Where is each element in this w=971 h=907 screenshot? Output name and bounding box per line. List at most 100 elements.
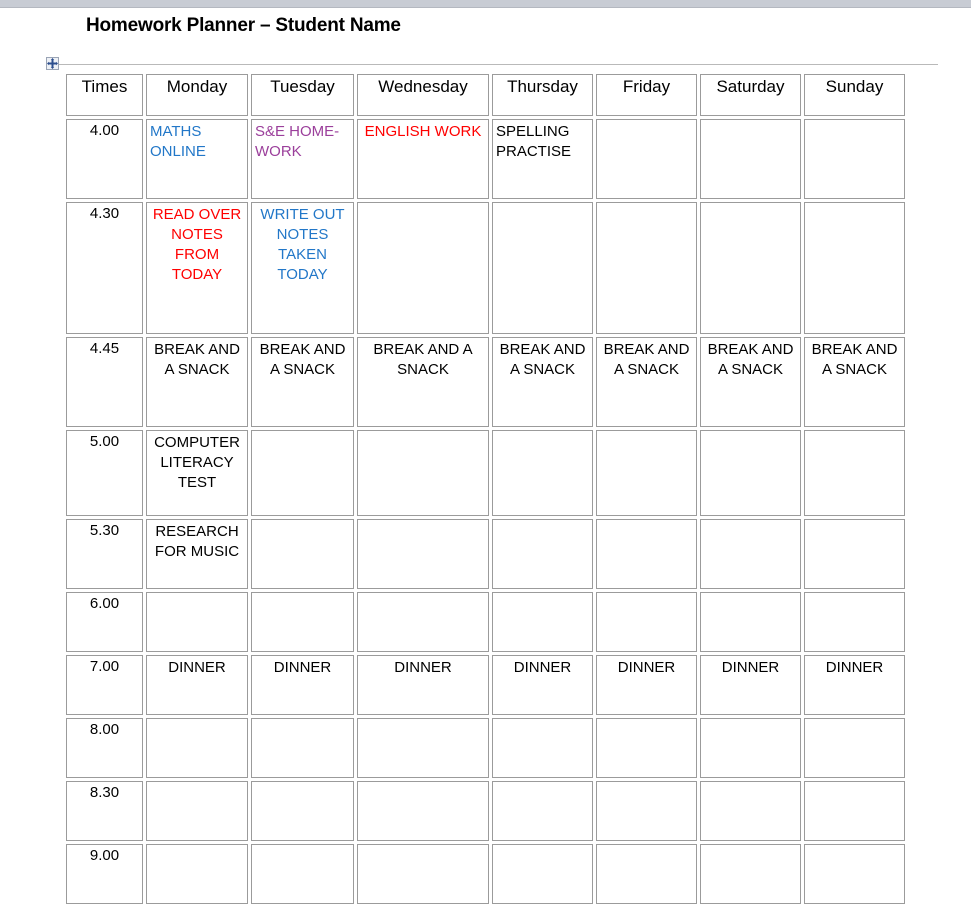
planner-cell[interactable] (492, 202, 593, 334)
time-label[interactable]: 7.00 (66, 655, 143, 715)
planner-cell[interactable] (804, 430, 905, 516)
document-page: Homework Planner – Student Name Times Mo… (0, 8, 971, 904)
planner-cell[interactable] (146, 718, 248, 778)
planner-cell[interactable] (700, 430, 801, 516)
planner-cell[interactable] (251, 718, 354, 778)
planner-cell[interactable] (804, 119, 905, 199)
planner-cell[interactable]: DINNER (596, 655, 697, 715)
planner-cell[interactable] (357, 718, 489, 778)
planner-cell[interactable] (700, 844, 801, 904)
planner-cell[interactable] (596, 718, 697, 778)
planner-cell[interactable] (596, 844, 697, 904)
planner-cell[interactable] (596, 781, 697, 841)
planner-cell[interactable] (357, 430, 489, 516)
planner-cell[interactable]: RESEARCH FOR MUSIC (146, 519, 248, 589)
planner-cell[interactable]: COMPUTER LITERACY TEST (146, 430, 248, 516)
table-row: 8.00 (66, 718, 905, 778)
column-header-thursday[interactable]: Thursday (492, 74, 593, 116)
planner-cell[interactable] (804, 202, 905, 334)
planner-cell[interactable]: BREAK AND A SNACK (357, 337, 489, 427)
planner-cell[interactable] (596, 430, 697, 516)
planner-cell[interactable]: BREAK AND A SNACK (700, 337, 801, 427)
planner-cell[interactable] (492, 430, 593, 516)
planner-cell[interactable] (357, 519, 489, 589)
column-header-sunday[interactable]: Sunday (804, 74, 905, 116)
planner-cell[interactable] (357, 202, 489, 334)
planner-cell[interactable] (596, 119, 697, 199)
planner-cell[interactable]: BREAK AND A SNACK (146, 337, 248, 427)
planner-cell[interactable] (492, 718, 593, 778)
table-row: 9.00 (66, 844, 905, 904)
time-label[interactable]: 5.00 (66, 430, 143, 516)
homework-planner-table[interactable]: Times Monday Tuesday Wednesday Thursday … (63, 71, 908, 907)
planner-cell[interactable] (357, 844, 489, 904)
planner-cell[interactable]: DINNER (700, 655, 801, 715)
planner-cell[interactable]: WRITE OUT NOTES TAKEN TODAY (251, 202, 354, 334)
time-label[interactable]: 9.00 (66, 844, 143, 904)
table-row: 6.00 (66, 592, 905, 652)
planner-cell[interactable] (700, 592, 801, 652)
planner-cell[interactable] (357, 781, 489, 841)
planner-cell[interactable] (146, 592, 248, 652)
planner-cell[interactable] (700, 119, 801, 199)
time-label[interactable]: 4.45 (66, 337, 143, 427)
planner-cell[interactable] (804, 844, 905, 904)
planner-cell[interactable] (804, 718, 905, 778)
planner-cell[interactable]: DINNER (146, 655, 248, 715)
planner-cell[interactable] (251, 519, 354, 589)
planner-cell[interactable]: DINNER (357, 655, 489, 715)
column-header-tuesday[interactable]: Tuesday (251, 74, 354, 116)
column-header-times[interactable]: Times (66, 74, 143, 116)
time-label[interactable]: 8.30 (66, 781, 143, 841)
column-header-friday[interactable]: Friday (596, 74, 697, 116)
planner-cell[interactable]: DINNER (492, 655, 593, 715)
planner-cell[interactable] (700, 202, 801, 334)
planner-cell[interactable] (251, 592, 354, 652)
column-header-wednesday[interactable]: Wednesday (357, 74, 489, 116)
planner-cell[interactable]: BREAK AND A SNACK (492, 337, 593, 427)
planner-cell[interactable]: SPELLING PRACTISE (492, 119, 593, 199)
planner-cell[interactable]: BREAK AND A SNACK (804, 337, 905, 427)
time-label[interactable]: 6.00 (66, 592, 143, 652)
planner-cell[interactable] (492, 592, 593, 652)
planner-cell[interactable] (804, 519, 905, 589)
planner-cell[interactable] (596, 592, 697, 652)
planner-cell[interactable]: DINNER (804, 655, 905, 715)
table-move-handle-icon[interactable] (46, 57, 59, 70)
planner-cell[interactable] (251, 781, 354, 841)
planner-cell[interactable] (492, 844, 593, 904)
time-label[interactable]: 8.00 (66, 718, 143, 778)
time-label[interactable]: 5.30 (66, 519, 143, 589)
planner-cell[interactable] (596, 519, 697, 589)
planner-cell[interactable]: MATHS ONLINE (146, 119, 248, 199)
table-row: 4.30 READ OVER NOTES FROM TODAY WRITE OU… (66, 202, 905, 334)
planner-cell[interactable] (700, 718, 801, 778)
planner-cell[interactable]: BREAK AND A SNACK (596, 337, 697, 427)
column-header-saturday[interactable]: Saturday (700, 74, 801, 116)
table-header-row: Times Monday Tuesday Wednesday Thursday … (66, 74, 905, 116)
planner-cell[interactable] (804, 592, 905, 652)
planner-cell[interactable] (251, 844, 354, 904)
planner-cell[interactable] (700, 781, 801, 841)
planner-cell[interactable] (251, 430, 354, 516)
planner-cell[interactable]: ENGLISH WORK (357, 119, 489, 199)
table-top-rule (58, 64, 938, 65)
column-header-monday[interactable]: Monday (146, 74, 248, 116)
table-row: 8.30 (66, 781, 905, 841)
planner-cell[interactable] (492, 781, 593, 841)
planner-cell[interactable]: S&E HOME-WORK (251, 119, 354, 199)
planner-cell[interactable] (492, 519, 593, 589)
planner-cell[interactable] (146, 844, 248, 904)
time-label[interactable]: 4.00 (66, 119, 143, 199)
table-row: 4.45 BREAK AND A SNACK BREAK AND A SNACK… (66, 337, 905, 427)
planner-cell[interactable] (700, 519, 801, 589)
planner-cell[interactable] (357, 592, 489, 652)
planner-cell[interactable]: READ OVER NOTES FROM TODAY (146, 202, 248, 334)
planner-cell[interactable] (146, 781, 248, 841)
planner-cell[interactable] (596, 202, 697, 334)
planner-cell[interactable] (804, 781, 905, 841)
page-title: Homework Planner – Student Name (86, 15, 401, 36)
time-label[interactable]: 4.30 (66, 202, 143, 334)
planner-cell[interactable]: BREAK AND A SNACK (251, 337, 354, 427)
planner-cell[interactable]: DINNER (251, 655, 354, 715)
